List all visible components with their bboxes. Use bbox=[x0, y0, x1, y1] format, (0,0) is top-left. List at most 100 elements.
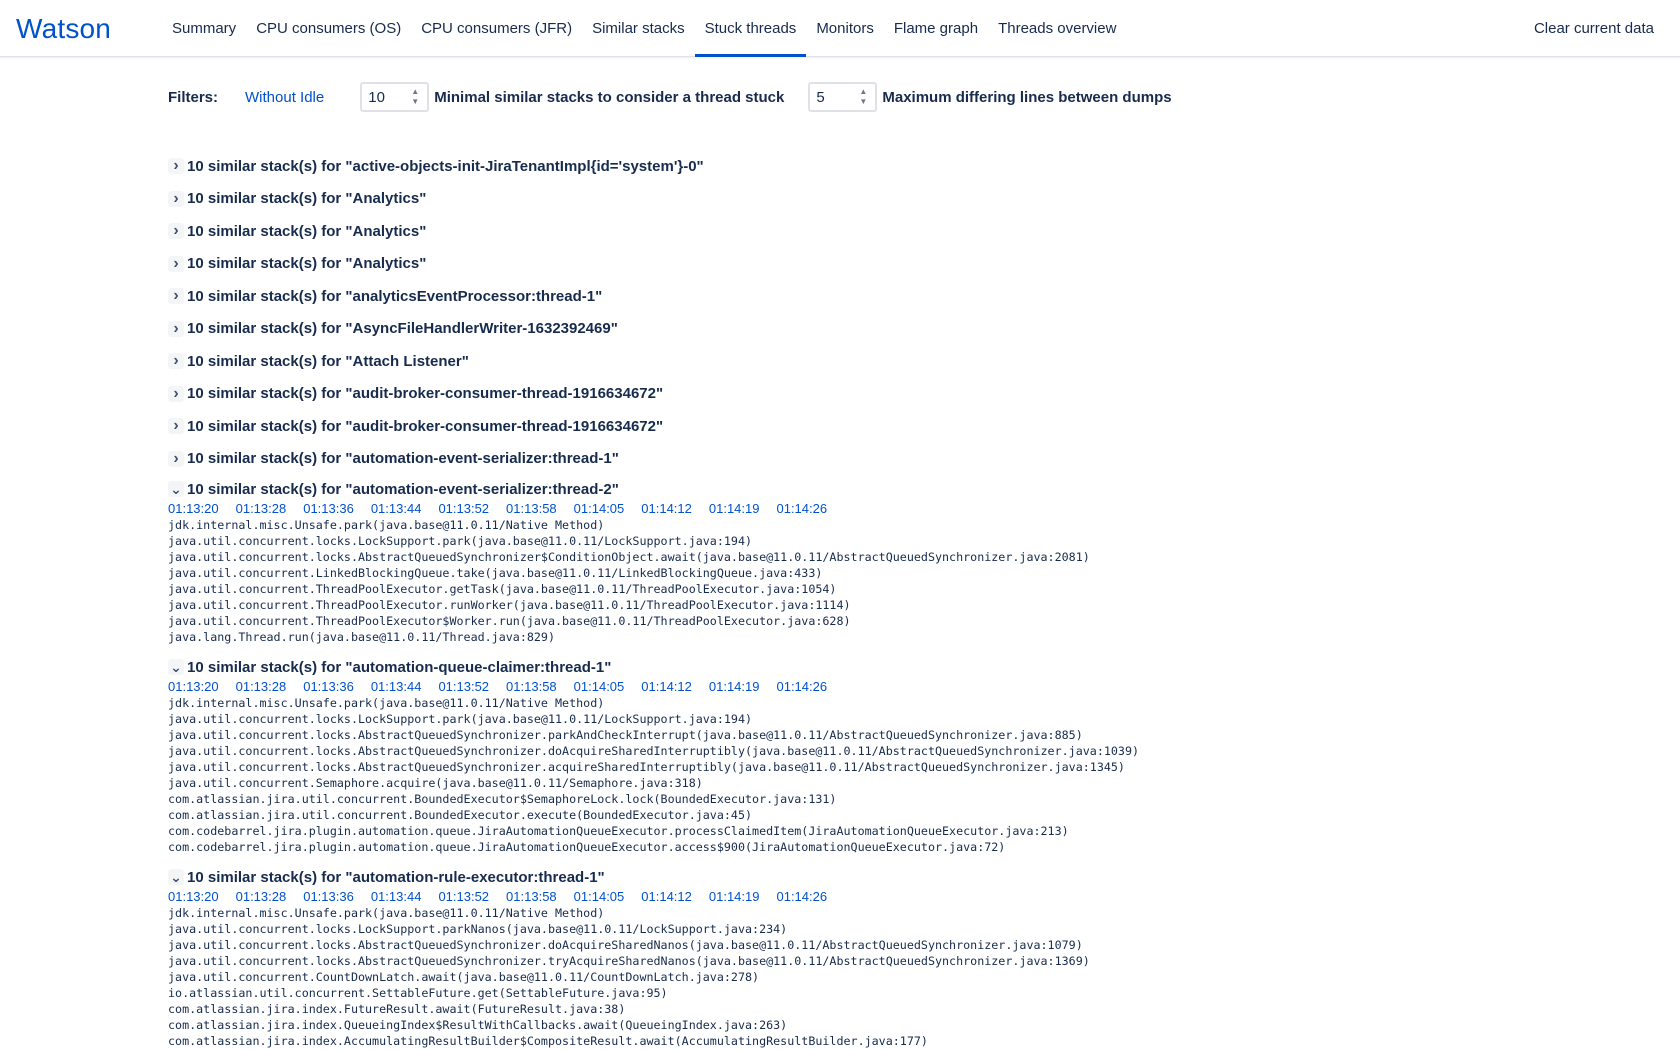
max-differing-lines-input-wrapper: ▲ ▼ bbox=[808, 82, 878, 112]
thread-header-toggle[interactable]: › 10 similar stack(s) for "Analytics" bbox=[168, 215, 1680, 248]
dump-timestamp-link[interactable]: 01:14:12 bbox=[641, 501, 692, 516]
dump-timestamp-link[interactable]: 01:14:12 bbox=[641, 679, 692, 694]
stack-frame: java.util.concurrent.locks.LockSupport.p… bbox=[168, 534, 753, 548]
dump-timestamp-link[interactable]: 01:13:20 bbox=[168, 679, 219, 694]
without-idle-filter[interactable]: Without Idle bbox=[245, 89, 324, 106]
chevron-right-icon[interactable]: › bbox=[168, 190, 184, 207]
dump-timestamp-link[interactable]: 01:14:12 bbox=[641, 889, 692, 904]
tab-threads-overview[interactable]: Threads overview bbox=[988, 0, 1126, 56]
stack-frame: com.atlassian.jira.index.AccumulatingRes… bbox=[168, 1034, 928, 1048]
tab-monitors[interactable]: Monitors bbox=[806, 0, 884, 56]
dump-timestamp-link[interactable]: 01:13:52 bbox=[438, 501, 489, 516]
thread-header-toggle[interactable]: › 10 similar stack(s) for "Attach Listene… bbox=[168, 345, 1680, 378]
dump-timestamp-link[interactable]: 01:14:19 bbox=[709, 501, 760, 516]
thread-group: › 10 similar stack(s) for "active-objects… bbox=[168, 150, 1680, 183]
dump-timestamp-link[interactable]: 01:14:05 bbox=[574, 501, 625, 516]
chevron-right-icon[interactable]: › bbox=[168, 255, 184, 272]
chevron-right-icon[interactable]: › bbox=[168, 320, 184, 337]
thread-title: 10 similar stack(s) for "Analytics" bbox=[187, 255, 427, 273]
dump-timestamp-link[interactable]: 01:13:36 bbox=[303, 889, 354, 904]
tab-cpu-consumers-os[interactable]: CPU consumers (OS) bbox=[246, 0, 411, 56]
dump-timestamp-link[interactable]: 01:13:52 bbox=[438, 889, 489, 904]
dump-timestamp-link[interactable]: 01:13:58 bbox=[506, 889, 557, 904]
chevron-down-icon[interactable]: ⌄ bbox=[168, 481, 184, 497]
min-similar-stepper[interactable]: ▲ ▼ bbox=[409, 88, 421, 106]
dump-timestamp-link[interactable]: 01:13:58 bbox=[506, 501, 557, 516]
chevron-down-icon[interactable]: ▼ bbox=[859, 98, 867, 106]
thread-group: › 10 similar stack(s) for "audit-broker-c… bbox=[168, 378, 1680, 411]
tab-similar-stacks[interactable]: Similar stacks bbox=[582, 0, 695, 56]
stack-frame: com.atlassian.jira.index.QueueingIndex$R… bbox=[168, 1018, 788, 1032]
max-differing-stepper[interactable]: ▲ ▼ bbox=[857, 88, 869, 106]
dump-timestamp-link[interactable]: 01:13:28 bbox=[236, 679, 287, 694]
chevron-down-icon[interactable]: ⌄ bbox=[168, 659, 184, 675]
stack-frame: java.lang.Thread.run(java.base@11.0.11/T… bbox=[168, 630, 556, 644]
chevron-down-icon[interactable]: ▼ bbox=[411, 98, 419, 106]
tab-cpu-consumers-jfr[interactable]: CPU consumers (JFR) bbox=[411, 0, 582, 56]
thread-group: › 10 similar stack(s) for "analyticsEvent… bbox=[168, 280, 1680, 313]
chevron-right-icon[interactable]: › bbox=[168, 222, 184, 240]
stack-frame: com.codebarrel.jira.plugin.automation.qu… bbox=[168, 824, 1069, 838]
stack-frame: java.util.concurrent.LinkedBlockingQueue… bbox=[168, 566, 823, 580]
dump-timestamp-link[interactable]: 01:13:52 bbox=[438, 679, 489, 694]
dump-timestamp-link[interactable]: 01:13:28 bbox=[236, 889, 287, 904]
thread-title: 10 similar stack(s) for "automation-even… bbox=[187, 480, 619, 498]
app-logo[interactable]: Watson bbox=[0, 0, 162, 56]
dump-timestamp-link[interactable]: 01:13:20 bbox=[168, 501, 219, 516]
thread-title: 10 similar stack(s) for "automation-queu… bbox=[187, 658, 612, 676]
stack-frame: com.atlassian.jira.util.concurrent.Bound… bbox=[168, 792, 837, 806]
dump-timestamp-link[interactable]: 01:13:58 bbox=[506, 679, 557, 694]
dump-timestamp-link[interactable]: 01:14:05 bbox=[574, 679, 625, 694]
dump-timestamp-link[interactable]: 01:13:44 bbox=[371, 889, 422, 904]
tab-flame-graph[interactable]: Flame graph bbox=[884, 0, 988, 56]
chevron-up-icon[interactable]: ▲ bbox=[859, 88, 867, 96]
stack-trace: jdk.internal.misc.Unsafe.park(java.base@… bbox=[168, 695, 1680, 855]
chevron-right-icon[interactable]: › bbox=[168, 385, 184, 402]
dump-timestamps: 01:13:20 01:13:28 01:13:36 01:13:44 01:13:52… bbox=[168, 499, 1680, 517]
thread-header-toggle[interactable]: › 10 similar stack(s) for "automation-eve… bbox=[168, 443, 1680, 476]
dump-timestamps: 01:13:20 01:13:28 01:13:36 01:13:44 01:13:52… bbox=[168, 887, 1680, 905]
min-similar-stacks-label: Minimal similar stacks to consider a thr… bbox=[434, 88, 785, 106]
clear-current-data-button[interactable]: Clear current data bbox=[1534, 0, 1654, 57]
chevron-right-icon[interactable]: › bbox=[168, 287, 184, 305]
dump-timestamp-link[interactable]: 01:14:26 bbox=[776, 679, 827, 694]
dump-timestamp-link[interactable]: 01:14:26 bbox=[776, 889, 827, 904]
thread-header-toggle[interactable]: › 10 similar stack(s) for "audit-broker-c… bbox=[168, 410, 1680, 443]
thread-header-toggle[interactable]: › 10 similar stack(s) for "active-objects… bbox=[168, 150, 1680, 183]
stack-frame: java.util.concurrent.Semaphore.acquire(j… bbox=[168, 776, 703, 790]
main-nav: Summary CPU consumers (OS) CPU consumers (… bbox=[162, 0, 1126, 57]
top-navigation-bar: Watson Summary CPU consumers (OS) CPU cons… bbox=[0, 0, 1680, 57]
tab-stuck-threads[interactable]: Stuck threads bbox=[694, 0, 807, 57]
dump-timestamp-link[interactable]: 01:14:26 bbox=[776, 501, 827, 516]
thread-title: 10 similar stack(s) for "Analytics" bbox=[187, 190, 427, 208]
chevron-right-icon[interactable]: › bbox=[168, 352, 184, 370]
dump-timestamp-link[interactable]: 01:13:44 bbox=[371, 501, 422, 516]
thread-header-toggle[interactable]: › 10 similar stack(s) for "Analytics" bbox=[168, 248, 1680, 281]
thread-header-toggle[interactable]: › 10 similar stack(s) for "audit-broker-c… bbox=[168, 378, 1680, 411]
thread-header-toggle[interactable]: › 10 similar stack(s) for "AsyncFileHandl… bbox=[168, 313, 1680, 346]
thread-header-toggle[interactable]: › 10 similar stack(s) for "Analytics" bbox=[168, 183, 1680, 216]
thread-group: › 10 similar stack(s) for "automation-eve… bbox=[168, 443, 1680, 476]
dump-timestamp-link[interactable]: 01:13:36 bbox=[303, 501, 354, 516]
chevron-up-icon[interactable]: ▲ bbox=[411, 88, 419, 96]
dump-timestamp-link[interactable]: 01:13:44 bbox=[371, 679, 422, 694]
chevron-right-icon[interactable]: › bbox=[168, 417, 184, 435]
thread-group: › 10 similar stack(s) for "Attach Listene… bbox=[168, 345, 1680, 378]
dump-timestamp-link[interactable]: 01:13:20 bbox=[168, 889, 219, 904]
thread-header-toggle[interactable]: › 10 similar stack(s) for "analyticsEvent… bbox=[168, 280, 1680, 313]
tab-summary[interactable]: Summary bbox=[162, 0, 246, 56]
chevron-right-icon[interactable]: › bbox=[168, 450, 184, 467]
stack-frame: com.codebarrel.jira.plugin.automation.qu… bbox=[168, 840, 1006, 854]
dump-timestamp-link[interactable]: 01:13:28 bbox=[236, 501, 287, 516]
chevron-right-icon[interactable]: › bbox=[168, 157, 184, 175]
thread-title: 10 similar stack(s) for "analyticsEventP… bbox=[187, 287, 603, 305]
dump-timestamp-link[interactable]: 01:14:05 bbox=[574, 889, 625, 904]
stack-frame: jdk.internal.misc.Unsafe.park(java.base@… bbox=[168, 518, 605, 532]
dump-timestamp-link[interactable]: 01:14:19 bbox=[709, 889, 760, 904]
stack-frame: java.util.concurrent.ThreadPoolExecutor.… bbox=[168, 582, 837, 596]
dump-timestamp-link[interactable]: 01:14:19 bbox=[709, 679, 760, 694]
thread-title: 10 similar stack(s) for "audit-broker-co… bbox=[187, 385, 664, 403]
chevron-down-icon[interactable]: ⌄ bbox=[168, 869, 184, 885]
thread-group-expanded: ⌄ 10 similar stack(s) for "automation-eve… bbox=[168, 475, 1680, 645]
dump-timestamp-link[interactable]: 01:13:36 bbox=[303, 679, 354, 694]
